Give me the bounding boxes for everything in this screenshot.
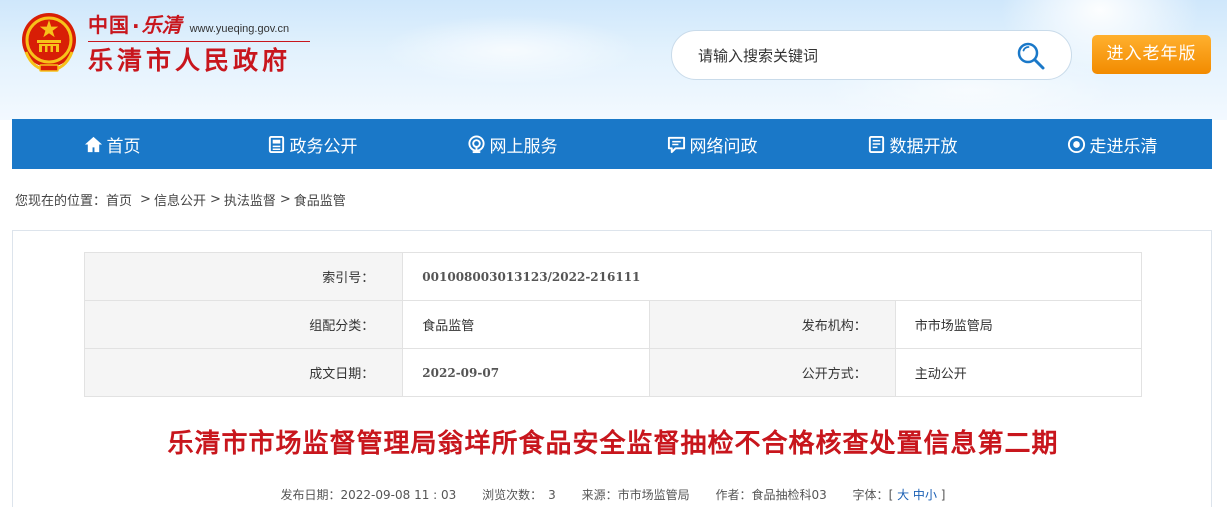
document-date-label: 成文日期： xyxy=(83,348,404,397)
site-name: 乐清市人民政府 xyxy=(88,46,292,75)
breadcrumb-separator: > xyxy=(140,192,151,207)
logo-city: 乐清 xyxy=(141,13,182,37)
logo-country: 中国 xyxy=(88,13,130,37)
main-nav: 首页 政务公开 网上服务 网络问政 数据开放 走进乐清 xyxy=(12,119,1212,169)
home-icon xyxy=(84,135,103,154)
table-row: 索引号： 001008003013123/2022-216111 xyxy=(83,252,1142,301)
font-size-small-button[interactable]: 小 xyxy=(925,488,937,502)
table-row: 组配分类： 食品监管 发布机构： 市市场监管局 xyxy=(83,300,1143,349)
nav-item-government-affairs[interactable]: 政务公开 xyxy=(212,119,412,169)
nav-item-home[interactable]: 首页 xyxy=(12,119,212,169)
article-container: 索引号： 001008003013123/2022-216111 组配分类： 食… xyxy=(12,230,1212,507)
nav-item-label: 首页 xyxy=(106,136,141,157)
view-count-label: 浏览次数： xyxy=(482,488,543,502)
font-size-label: 字体： xyxy=(852,488,889,502)
nav-item-open-data[interactable]: 数据开放 xyxy=(812,119,1012,169)
nav-item-label: 网上服务 xyxy=(489,136,558,157)
index-number-label: 索引号： xyxy=(83,252,404,301)
font-size-bracket: ] xyxy=(940,488,946,502)
logo-dot: · xyxy=(132,14,140,38)
font-size-medium-button[interactable]: 中 xyxy=(913,488,925,502)
view-count-value: 3 xyxy=(548,488,556,502)
breadcrumb-link-law-enforcement[interactable]: 执法监督 xyxy=(224,190,276,209)
category-value: 食品监管 xyxy=(402,300,650,349)
nav-item-online-service[interactable]: 网上服务 xyxy=(412,119,612,169)
disclosure-method-label: 公开方式： xyxy=(648,348,896,397)
index-number-value: 001008003013123/2022-216111 xyxy=(402,252,1142,301)
publish-date: 发布日期：2022-09-08 11 : 03 xyxy=(280,488,457,502)
publisher-value: 市市场监管局 xyxy=(894,300,1143,349)
national-emblem-icon xyxy=(22,13,76,72)
breadcrumb-separator: > xyxy=(209,192,221,207)
table-row: 成文日期： 2022-09-07 公开方式： 主动公开 xyxy=(83,348,1143,397)
nav-item-online-inquiry[interactable]: 网络问政 xyxy=(612,119,812,169)
font-size-large-button[interactable]: 大 xyxy=(897,488,909,502)
search-input[interactable] xyxy=(698,43,998,69)
data-icon xyxy=(867,135,886,154)
breadcrumb-separator: > xyxy=(279,192,291,207)
site-header: 中国 · 乐清 www.yueqing.gov.cn 乐清市人民政府 进入老年版 xyxy=(0,0,1227,120)
search-icon[interactable] xyxy=(1015,40,1047,72)
elder-version-button[interactable]: 进入老年版 xyxy=(1092,35,1211,74)
breadcrumb-link-home[interactable]: 首页 xyxy=(106,190,132,209)
nav-item-about-yueqing[interactable]: 走进乐清 xyxy=(1012,119,1212,169)
nav-item-label: 数据开放 xyxy=(889,136,958,157)
article-info-bar: 发布日期：2022-09-08 11 : 03 浏览次数： 3 来源：市市场监管局… xyxy=(13,486,1213,503)
logo-url: www.yueqing.gov.cn xyxy=(189,23,290,35)
nav-item-label: 政务公开 xyxy=(289,136,358,157)
breadcrumb-prefix: 您现在的位置： xyxy=(15,194,107,209)
article-author: 作者：食品抽检科03 xyxy=(715,488,827,502)
header-cloud xyxy=(380,15,640,85)
nav-item-label: 网络问政 xyxy=(689,136,758,157)
publisher-label: 发布机构： xyxy=(648,300,896,349)
breadcrumb: 您现在的位置： 首页 > 信息公开 > 执法监督 > 食品监管 xyxy=(15,190,346,209)
site-logo-top: 中国 · 乐清 www.yueqing.gov.cn xyxy=(88,10,289,38)
category-label: 组配分类： xyxy=(83,300,404,349)
view-count: 浏览次数： 3 xyxy=(482,488,556,502)
eye-icon xyxy=(1067,135,1086,154)
chat-icon xyxy=(667,135,686,154)
breadcrumb-link-food-supervision[interactable]: 食品监管 xyxy=(294,190,346,209)
disclosure-method-value: 主动公开 xyxy=(894,348,1143,397)
font-size-bracket: [ xyxy=(888,488,894,502)
search-box xyxy=(671,30,1072,80)
service-icon xyxy=(467,134,486,154)
document-icon xyxy=(267,135,286,154)
breadcrumb-link-info-disclosure[interactable]: 信息公开 xyxy=(154,190,206,209)
article-meta-table: 索引号： 001008003013123/2022-216111 组配分类： 食… xyxy=(83,252,1143,397)
font-size-control: 字体：[ 大 中小 ] xyxy=(853,488,946,502)
article-source: 来源：市市场监管局 xyxy=(581,488,690,502)
nav-item-label: 走进乐清 xyxy=(1089,136,1158,157)
document-date-value: 2022-09-07 xyxy=(402,348,650,397)
article-title: 乐清市市场监督管理局翁垟所食品安全监督抽检不合格核查处置信息第二期 xyxy=(167,429,1059,459)
logo-divider xyxy=(88,41,310,42)
